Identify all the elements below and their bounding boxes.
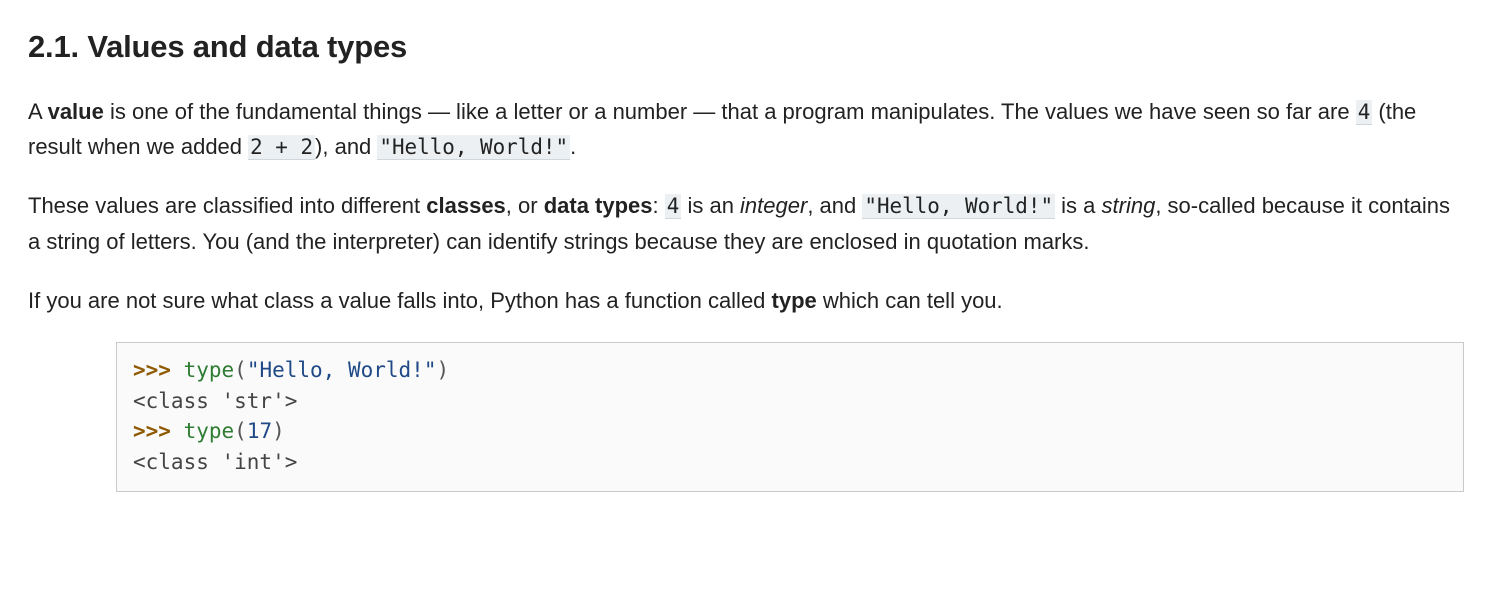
section-heading: 2.1. Values and data types	[28, 22, 1464, 72]
text: is an	[681, 193, 740, 218]
term-classes: classes	[426, 193, 506, 218]
text: If you are not sure what class a value f…	[28, 288, 772, 313]
text: ), and	[315, 134, 377, 159]
term-value: value	[48, 99, 104, 124]
paragraph-1: A value is one of the fundamental things…	[28, 94, 1464, 165]
text: :	[653, 193, 665, 218]
repl-output: <class 'int'>	[133, 450, 297, 474]
text: , or	[506, 193, 544, 218]
number-literal: 17	[247, 419, 272, 443]
term-string: string	[1102, 193, 1156, 218]
text: , and	[807, 193, 862, 218]
document-page: 2.1. Values and data types A value is on…	[0, 0, 1492, 522]
paren-open: (	[234, 358, 247, 382]
text: .	[570, 134, 576, 159]
inline-code: 2 + 2	[248, 135, 315, 160]
paragraph-2: These values are classified into differe…	[28, 188, 1464, 259]
text: These values are classified into differe…	[28, 193, 426, 218]
string-literal: "Hello, World!"	[247, 358, 437, 382]
inline-code: 4	[665, 194, 682, 219]
text: is one of the fundamental things — like …	[104, 99, 1356, 124]
term-data-types: data types	[544, 193, 653, 218]
text: A	[28, 99, 48, 124]
paragraph-3: If you are not sure what class a value f…	[28, 283, 1464, 318]
inline-code: "Hello, World!"	[862, 194, 1055, 219]
func-name: type	[184, 419, 235, 443]
term-type: type	[772, 288, 817, 313]
paren-close: )	[272, 419, 285, 443]
text: which can tell you.	[817, 288, 1003, 313]
code-block: >>> type("Hello, World!") <class 'str'> …	[116, 342, 1464, 492]
repl-output: <class 'str'>	[133, 389, 297, 413]
term-integer: integer	[740, 193, 807, 218]
func-name: type	[184, 358, 235, 382]
code-block-pre: >>> type("Hello, World!") <class 'str'> …	[116, 342, 1464, 492]
inline-code: 4	[1356, 100, 1373, 125]
repl-prompt: >>>	[133, 358, 184, 382]
paren-close: )	[436, 358, 449, 382]
repl-prompt: >>>	[133, 419, 184, 443]
text: is a	[1055, 193, 1101, 218]
inline-code: "Hello, World!"	[377, 135, 570, 160]
paren-open: (	[234, 419, 247, 443]
